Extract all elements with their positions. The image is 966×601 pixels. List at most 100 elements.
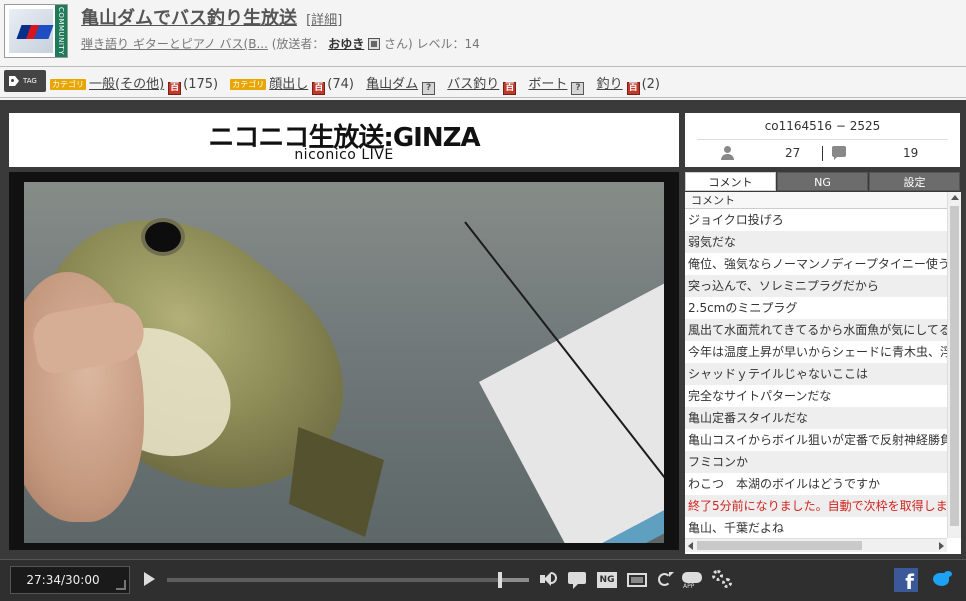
title-row: 亀山ダムでバス釣り生放送 [詳細]: [81, 4, 342, 30]
tag-link[interactable]: ボート: [528, 77, 567, 92]
comment-row[interactable]: 突っ込んで、ソレミニプラグだから: [685, 275, 947, 297]
detail-link[interactable]: [詳細]: [306, 13, 342, 28]
tab-ng[interactable]: NG: [777, 172, 868, 191]
twitter-share-icon[interactable]: [930, 569, 954, 591]
viewer-icon: [720, 146, 734, 160]
encyclopedia-empty-icon[interactable]: ?: [571, 82, 585, 95]
community-logo-stripe: [16, 25, 54, 39]
stat-separator: [822, 146, 823, 161]
subtitle-row: 弾き語り ギターとピアノ バス(B... (放送者： おゆき さん) レベル：1…: [81, 35, 480, 52]
community-thumbnail[interactable]: COMMUNITY: [4, 4, 68, 58]
niconico-live-banner[interactable]: ニコニコ生放送:GINZA niconico LIVE: [9, 113, 679, 167]
comment-horizontal-scrollbar[interactable]: [685, 538, 947, 552]
community-id[interactable]: co1164516 − 2525: [685, 119, 960, 133]
comment-count-icon: [832, 146, 846, 160]
comment-column-header[interactable]: コメント: [685, 192, 947, 209]
detail-link-label[interactable]: 詳細: [311, 13, 337, 28]
scroll-left-arrow-icon[interactable]: [688, 542, 693, 550]
comment-row[interactable]: 亀山定番スタイルだな: [685, 407, 947, 429]
video-player[interactable]: [9, 172, 679, 550]
time-display: 27:34/30:00: [10, 566, 130, 594]
seek-bar-fill: [167, 578, 500, 582]
reload-icon[interactable]: [658, 572, 674, 586]
tab-comment[interactable]: コメント: [685, 172, 776, 191]
tag-link[interactable]: 亀山ダム: [366, 77, 418, 92]
tag-link[interactable]: 顔出し: [269, 77, 308, 92]
tag-item: バス釣り百: [447, 73, 517, 95]
comment-row[interactable]: 2.5cmのミニプラグ: [685, 297, 947, 319]
comment-row[interactable]: シャッドｙテイルじゃないここは: [685, 363, 947, 385]
category-badge: カテゴリ: [230, 79, 267, 90]
comment-row[interactable]: 風出て水面荒れてきてるから水面魚が気にしてる: [685, 319, 947, 341]
broadcast-title[interactable]: 亀山ダムでバス釣り生放送: [81, 8, 297, 29]
encyclopedia-icon[interactable]: 百: [503, 82, 517, 95]
comment-row[interactable]: 弱気だな: [685, 231, 947, 253]
comment-row[interactable]: 亀山コスイからボイル狙いが定番で反射神経勝負: [685, 429, 947, 451]
category-badge: カテゴリ: [50, 79, 86, 90]
comment-count: 19: [903, 146, 919, 160]
encyclopedia-icon[interactable]: 百: [312, 82, 326, 95]
player-frame: ニコニコ生放送:GINZA niconico LIVE co1164516 − …: [0, 100, 966, 601]
vertical-scroll-thumb[interactable]: [950, 206, 959, 526]
resize-grip-icon[interactable]: [116, 580, 126, 590]
comment-row[interactable]: 完全なサイトパターンだな: [685, 385, 947, 407]
encyclopedia-icon[interactable]: 百: [626, 82, 640, 95]
comment-row[interactable]: 亀山、千葉だよね: [685, 517, 947, 539]
comment-row[interactable]: ジョイクロ投げろ: [685, 209, 947, 231]
community-logo: [9, 9, 54, 53]
tag-count: (74): [327, 77, 354, 92]
comment-vertical-scrollbar[interactable]: [947, 192, 961, 538]
comment-list: ジョイクロ投げろ 弱気だな 俺位、強気ならノーマンノディープタイニー使う 突っ込…: [685, 209, 947, 539]
tag-item: カテゴリ 一般(その他) 百 (175): [50, 73, 218, 95]
gear-large-icon: [712, 570, 723, 581]
app-icon[interactable]: [682, 570, 702, 590]
comment-list-panel: コメント ジョイクロ投げろ 弱気だな 俺位、強気ならノーマンノディープタイニー使…: [685, 192, 961, 554]
seek-bar-handle[interactable]: [497, 572, 502, 588]
encyclopedia-empty-icon[interactable]: ?: [422, 82, 436, 95]
comment-row[interactable]: 今年は温度上昇が早いからシェードに青木虫、浮: [685, 341, 947, 363]
broadcaster-name[interactable]: おゆき: [328, 37, 364, 51]
broadcast-description[interactable]: 弾き語り ギターとピアノ バス(B...: [81, 37, 268, 51]
comment-row[interactable]: わこつ 本湖のボイルはどうですか: [685, 473, 947, 495]
broadcaster-level: レベル：14: [416, 37, 480, 51]
gear-icon[interactable]: [712, 570, 734, 590]
tag-link[interactable]: 一般(その他): [89, 77, 164, 92]
screen-size-icon[interactable]: [627, 573, 647, 587]
system-comment-row[interactable]: 終了5分前になりました。自動で次枠を取得しま: [685, 495, 947, 517]
comment-panel-tabs: コメント NG 設定: [685, 172, 960, 191]
tag-item: カテゴリ 顔出し百 (74): [230, 73, 354, 95]
boat-deck: [479, 259, 664, 543]
encyclopedia-icon[interactable]: 百: [168, 82, 182, 95]
community-label: COMMUNITY: [57, 7, 65, 55]
tag-bar: TAG カテゴリ 一般(その他) 百 (175) カテゴリ 顔出し百 (74) 亀山ダム?…: [0, 66, 966, 98]
tag-item: 亀山ダム?: [366, 73, 436, 95]
community-side-tag: COMMUNITY: [55, 5, 67, 57]
facebook-share-icon[interactable]: f: [894, 568, 918, 594]
broadcaster-suffix: さん): [383, 37, 413, 51]
tab-settings[interactable]: 設定: [869, 172, 960, 191]
comment-row[interactable]: 俺位、強気ならノーマンノディープタイニー使う: [685, 253, 947, 275]
horizontal-scroll-thumb[interactable]: [697, 541, 862, 550]
tag-link[interactable]: 釣り: [597, 77, 623, 92]
comment-row[interactable]: フミコンか: [685, 451, 947, 473]
seek-bar[interactable]: [167, 572, 529, 588]
ng-settings-button[interactable]: NG: [597, 572, 617, 588]
tag-edit-button[interactable]: TAG: [4, 70, 46, 92]
banner-subtitle: niconico LIVE: [294, 147, 394, 163]
scroll-right-arrow-icon[interactable]: [939, 542, 944, 550]
tag-link[interactable]: バス釣り: [447, 77, 499, 92]
scroll-up-arrow-icon[interactable]: [951, 195, 959, 200]
tag-count: (175): [183, 77, 219, 92]
playback-time: 27:34/30:00: [26, 573, 100, 587]
user-profile-icon[interactable]: [368, 38, 381, 50]
broadcast-info-box: co1164516 − 2525 27 19: [685, 113, 960, 167]
page-header: COMMUNITY 亀山ダムでバス釣り生放送 [詳細] 弾き語り ギターとピアノ…: [0, 0, 966, 62]
tag-count: (2): [641, 77, 661, 92]
tag-list: カテゴリ 一般(その他) 百 (175) カテゴリ 顔出し百 (74) 亀山ダム? バス釣…: [50, 73, 668, 95]
comment-toggle-icon[interactable]: [568, 570, 586, 590]
tag-item: ボート?: [528, 73, 585, 95]
play-button[interactable]: [144, 572, 155, 586]
viewer-count: 27: [785, 146, 801, 160]
video-frame: [24, 182, 664, 543]
bass-fish-eye: [141, 218, 185, 256]
